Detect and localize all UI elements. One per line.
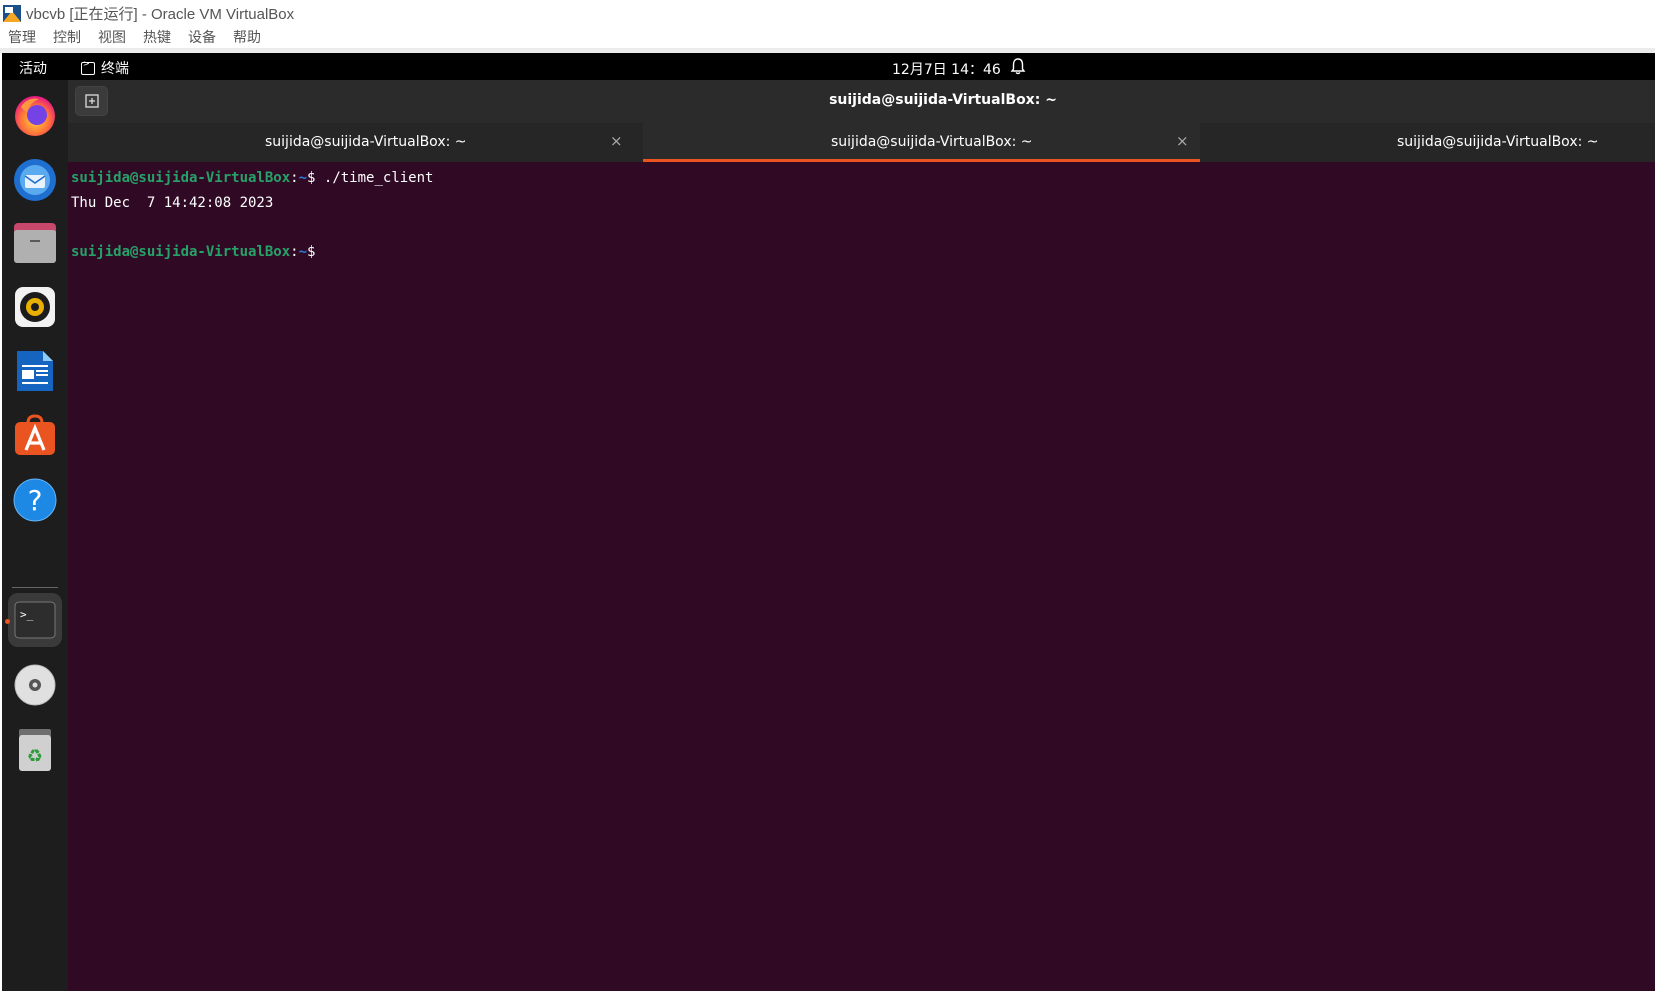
tab-label: suijida@suijida-VirtualBox: ~ — [831, 134, 1033, 150]
prompt-sep: : — [290, 170, 299, 186]
terminal-headerbar: suijida@suijida-VirtualBox: ~ — [68, 80, 1655, 123]
running-indicator — [5, 619, 10, 624]
clock[interactable]: 12月7日 14：46 — [892, 59, 1001, 79]
notification-bell-icon[interactable] — [1010, 57, 1026, 75]
help-icon: ? — [13, 478, 57, 522]
terminal-window: suijida@suijida-VirtualBox: ~ suijida@su… — [68, 80, 1655, 991]
dvd-icon — [14, 664, 56, 706]
dock: ? >_ ♻ — [2, 80, 68, 991]
libreoffice-writer-icon — [17, 351, 53, 391]
files-icon — [14, 223, 56, 263]
dock-help[interactable]: ? — [8, 473, 62, 527]
terminal-mini-icon — [81, 59, 95, 75]
virtualbox-icon — [3, 5, 21, 22]
host-window-title: vbcvb [正在运行] - Oracle VM VirtualBox — [26, 5, 295, 23]
output-text: Thu Dec 7 14:42:08 2023 — [71, 194, 274, 211]
terminal-line: suijida@suijida-VirtualBox:~$ ./time_cli… — [71, 166, 1651, 191]
terminal-tab-1[interactable]: suijida@suijida-VirtualBox: ~ × — [68, 123, 643, 162]
command-text: ./time_client — [323, 170, 434, 186]
thunderbird-icon — [14, 159, 56, 201]
guest-screen: 活动 终端 12月7日 14：46 — [2, 53, 1655, 991]
app-menu[interactable]: 终端 — [81, 58, 129, 78]
dock-writer[interactable] — [8, 344, 62, 398]
dock-app-center[interactable] — [8, 408, 62, 462]
host-menubar: 管理 控制 视图 热键 设备 帮助 — [0, 26, 1655, 48]
svg-text:♻: ♻ — [27, 746, 43, 767]
prompt-symbol: $ — [307, 170, 324, 186]
app-center-icon — [15, 414, 55, 455]
app-menu-label: 终端 — [101, 61, 129, 77]
rhythmbox-icon — [15, 287, 55, 327]
prompt-user: suijida@suijida-VirtualBox — [71, 243, 291, 260]
terminal-line: suijida@suijida-VirtualBox:~$ — [71, 240, 1651, 265]
dock-firefox[interactable] — [8, 88, 62, 142]
dock-separator — [12, 587, 58, 588]
menu-view[interactable]: 视图 — [98, 27, 126, 47]
menu-manage[interactable]: 管理 — [8, 27, 36, 47]
window-title: suijida@suijida-VirtualBox: ~ — [829, 92, 1057, 108]
tab-bar: suijida@suijida-VirtualBox: ~ × suijida@… — [68, 123, 1655, 162]
terminal-tab-2[interactable]: suijida@suijida-VirtualBox: ~ × — [643, 123, 1200, 162]
terminal-tab-3[interactable]: suijida@suijida-VirtualBox: ~ — [1200, 123, 1655, 162]
prompt-symbol: $ — [307, 243, 324, 260]
gnome-topbar: 活动 终端 12月7日 14：46 — [2, 53, 1655, 80]
svg-text:>_: >_ — [20, 608, 34, 621]
prompt-sep: : — [290, 243, 299, 260]
tab-close-icon[interactable]: × — [610, 132, 623, 150]
tab-label: suijida@suijida-VirtualBox: ~ — [265, 134, 467, 150]
prompt-path: ~ — [298, 243, 308, 260]
tab-label: suijida@suijida-VirtualBox: ~ — [1397, 134, 1599, 150]
host-titlebar: vbcvb [正在运行] - Oracle VM VirtualBox — [0, 0, 1655, 26]
terminal-line: Thu Dec 7 14:42:08 2023 — [71, 191, 1651, 216]
menu-help[interactable]: 帮助 — [233, 27, 261, 47]
trash-icon: ♻ — [19, 729, 51, 771]
dock-dvd[interactable] — [8, 658, 62, 712]
terminal-icon: >_ — [14, 601, 56, 639]
dock-files[interactable] — [8, 216, 62, 270]
menu-devices[interactable]: 设备 — [188, 27, 216, 47]
menu-hotkey[interactable]: 热键 — [143, 27, 171, 47]
dock-rhythmbox[interactable] — [8, 280, 62, 334]
menu-control[interactable]: 控制 — [53, 27, 81, 47]
terminal-output[interactable]: suijida@suijida-VirtualBox:~$ ./time_cli… — [71, 166, 1651, 264]
firefox-icon — [15, 96, 55, 136]
prompt-user: suijida@suijida-VirtualBox — [71, 170, 291, 186]
svg-text:?: ? — [28, 484, 43, 517]
dock-trash[interactable]: ♻ — [8, 723, 62, 777]
activities-button[interactable]: 活动 — [19, 58, 47, 78]
dock-thunderbird[interactable] — [8, 152, 62, 206]
dock-terminal[interactable]: >_ — [8, 593, 62, 647]
tab-close-icon[interactable]: × — [1176, 132, 1189, 150]
prompt-path: ~ — [298, 170, 308, 186]
